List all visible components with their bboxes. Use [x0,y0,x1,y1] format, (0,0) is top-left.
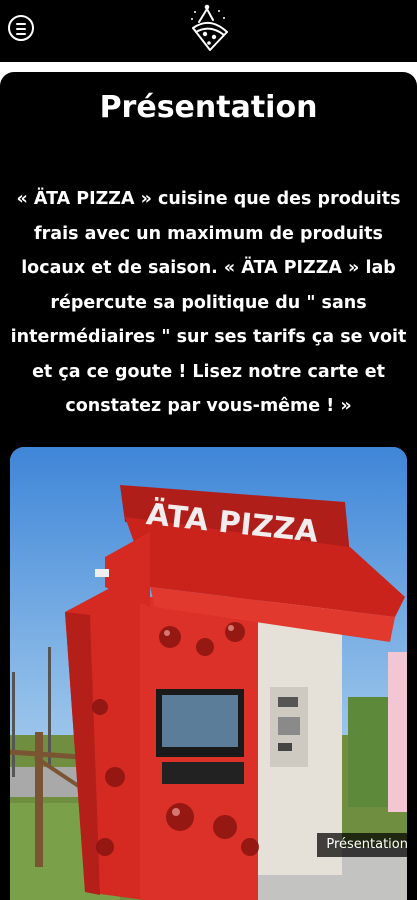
hamburger-menu-icon[interactable] [8,15,34,41]
top-bar [0,0,417,62]
pizza-logo-icon[interactable] [186,2,232,54]
photo-caption: Présentation [317,833,417,857]
section-title: Présentation [99,90,318,125]
section-description: « ÄTA PIZZA » cuisine que des produits f… [10,189,407,416]
